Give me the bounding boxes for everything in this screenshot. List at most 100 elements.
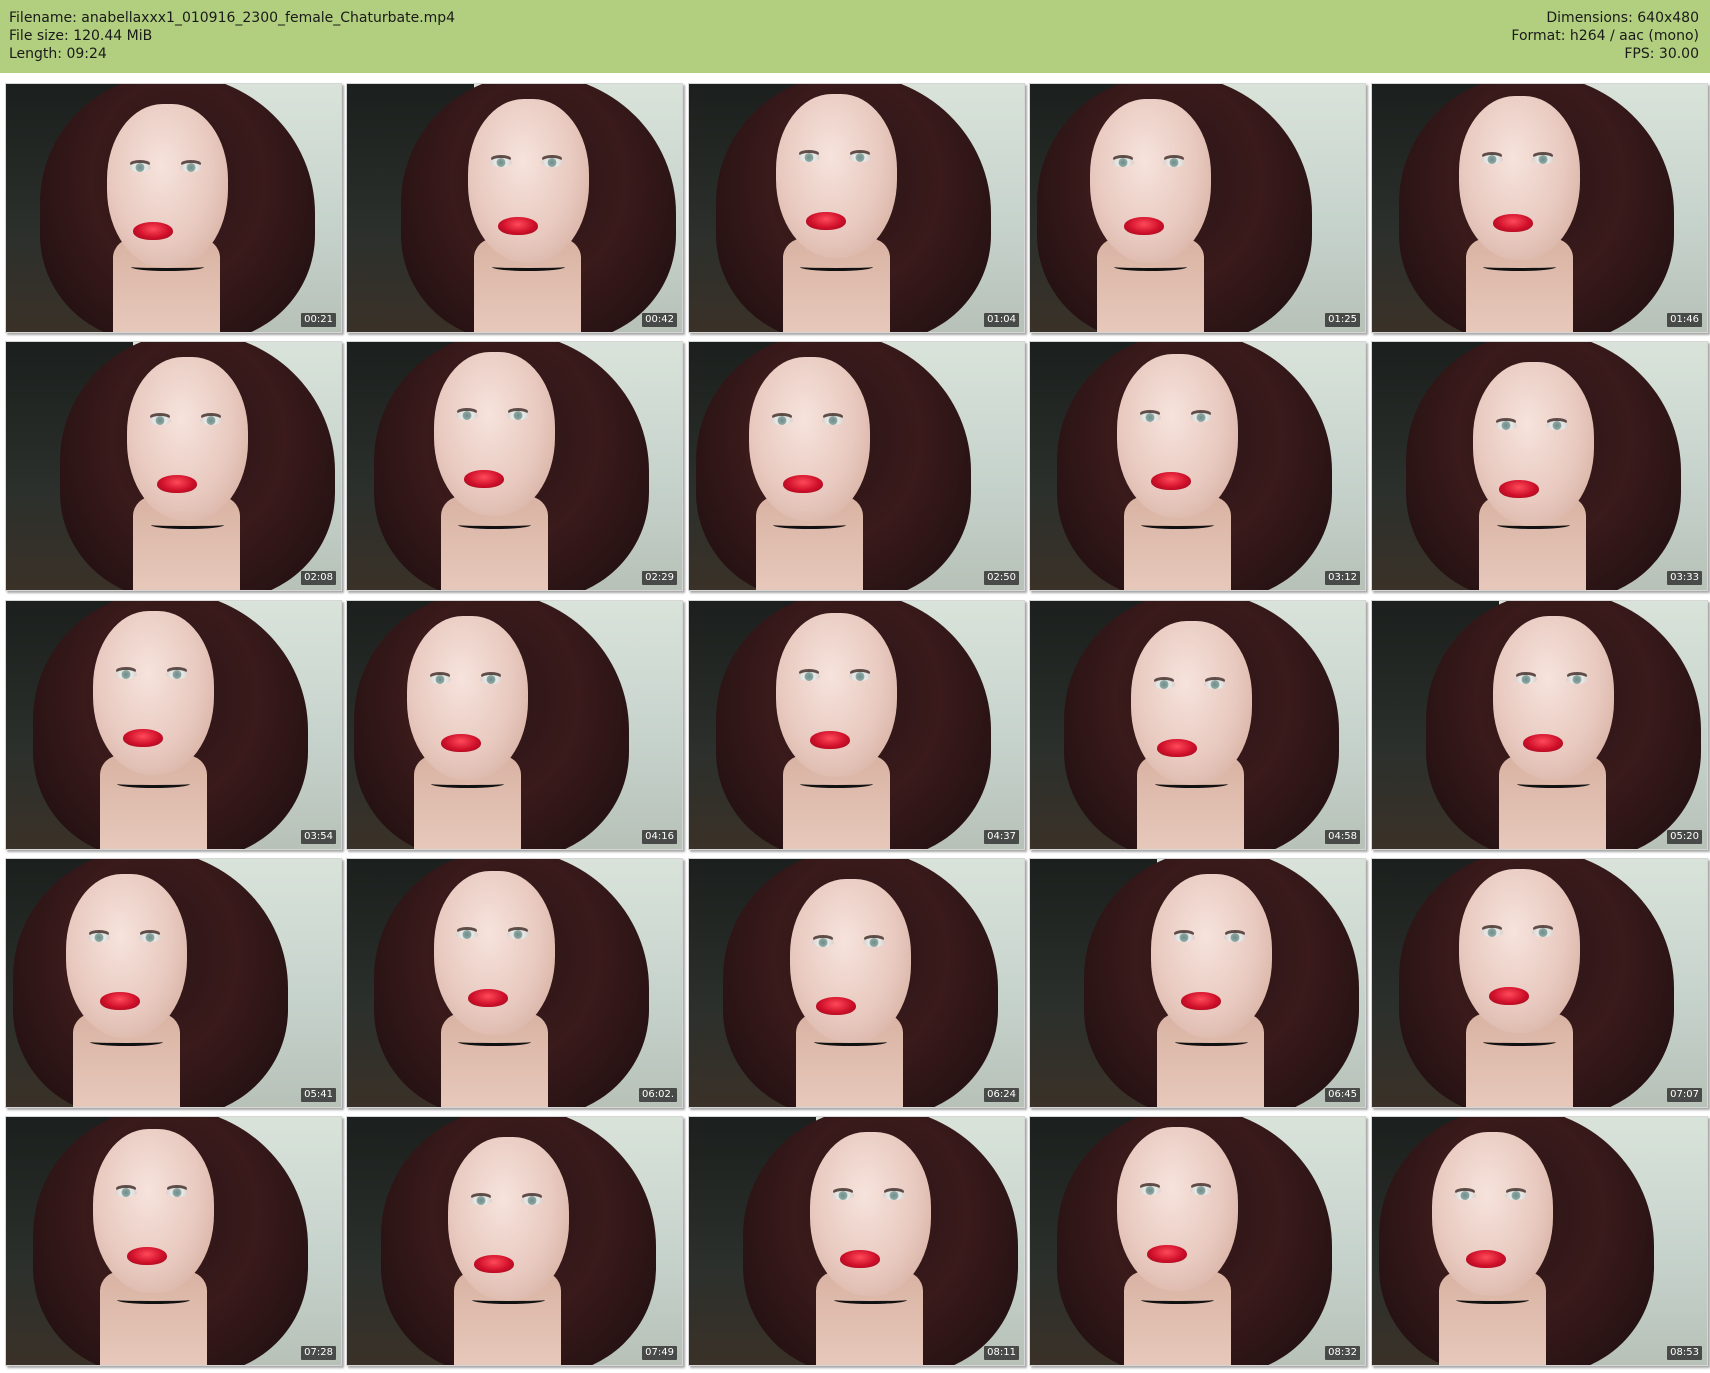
face-shape: [810, 1132, 931, 1296]
face-shape: [1117, 354, 1238, 518]
video-frame: [347, 859, 682, 1107]
fps-text: FPS: 30.00: [1624, 46, 1699, 62]
lips-shape: [1151, 472, 1191, 490]
eye-shape: [429, 675, 451, 684]
face-shape: [1151, 874, 1272, 1038]
choker-shape: [834, 1296, 907, 1304]
face-shape: [1493, 616, 1614, 780]
video-frame: [1372, 601, 1707, 849]
eye-shape: [798, 672, 820, 681]
eye-shape: [1454, 1191, 1476, 1200]
eye-shape: [1532, 155, 1554, 164]
eye-shape: [863, 938, 885, 947]
lips-shape: [810, 731, 850, 749]
timestamp-label: 02:50: [984, 571, 1019, 585]
video-frame: [1030, 342, 1365, 590]
eye-shape: [166, 1188, 188, 1197]
video-frame: [1372, 1117, 1707, 1365]
face-shape: [776, 613, 897, 777]
eye-shape: [1190, 413, 1212, 422]
eye-shape: [1204, 680, 1226, 689]
video-thumbnail: 07:28: [5, 1116, 342, 1366]
video-frame: [6, 601, 341, 849]
choker-shape: [1483, 263, 1556, 271]
timestamp-label: 06:24: [984, 1088, 1019, 1102]
timestamp-label: 01:46: [1667, 313, 1702, 327]
lips-shape: [816, 997, 856, 1015]
lips-shape: [840, 1250, 880, 1268]
eye-shape: [456, 411, 478, 420]
eye-shape: [166, 670, 188, 679]
choker-shape: [800, 263, 873, 271]
video-frame: [1030, 601, 1365, 849]
eye-shape: [1505, 1191, 1527, 1200]
info-header: Filename: anabellaxxx1_010916_2300_femal…: [0, 0, 1710, 73]
video-thumbnail: 03:54: [5, 600, 342, 850]
timestamp-label: 01:04: [984, 313, 1019, 327]
lips-shape: [468, 989, 508, 1007]
choker-shape: [117, 780, 190, 788]
eye-shape: [541, 158, 563, 167]
video-thumbnail: 05:41: [5, 858, 342, 1108]
timestamp-label: 06:45: [1325, 1088, 1360, 1102]
video-frame: [347, 1117, 682, 1365]
eye-shape: [1224, 933, 1246, 942]
lips-shape: [157, 475, 197, 493]
lips-shape: [1493, 214, 1533, 232]
face-shape: [1131, 621, 1252, 785]
video-frame: [6, 859, 341, 1107]
timestamp-label: 05:41: [301, 1088, 336, 1102]
header-right-column: Dimensions: 640x480 Format: h264 / aac (…: [1511, 9, 1699, 63]
lips-shape: [123, 729, 163, 747]
video-frame: [347, 342, 682, 590]
lips-shape: [441, 734, 481, 752]
eye-shape: [200, 416, 222, 425]
video-thumbnail: 04:16: [346, 600, 683, 850]
format-text: Format: h264 / aac (mono): [1511, 28, 1699, 44]
video-thumbnail: 01:04: [688, 83, 1025, 333]
choker-shape: [492, 263, 565, 271]
face-shape: [749, 357, 870, 521]
lips-shape: [1523, 734, 1563, 752]
eye-shape: [1139, 413, 1161, 422]
timestamp-label: 03:54: [301, 830, 336, 844]
video-frame: [6, 84, 341, 332]
video-thumbnail: 06:02.: [346, 858, 683, 1108]
choker-shape: [431, 780, 504, 788]
choker-shape: [1175, 1038, 1248, 1046]
lips-shape: [1466, 1250, 1506, 1268]
eye-shape: [1495, 421, 1517, 430]
face-shape: [434, 871, 555, 1035]
choker-shape: [131, 263, 204, 271]
timestamp-label: 08:53: [1667, 1346, 1702, 1360]
timestamp-label: 04:58: [1325, 830, 1360, 844]
timestamp-label: 01:25: [1325, 313, 1360, 327]
eye-shape: [456, 930, 478, 939]
lips-shape: [498, 217, 538, 235]
eye-shape: [1532, 928, 1554, 937]
eye-shape: [149, 416, 171, 425]
choker-shape: [1114, 263, 1187, 271]
video-frame: [1030, 1117, 1365, 1365]
lips-shape: [1124, 217, 1164, 235]
face-shape: [1459, 869, 1580, 1033]
video-thumbnail: 01:46: [1371, 83, 1708, 333]
eye-shape: [507, 411, 529, 420]
lips-shape: [464, 470, 504, 488]
video-frame: [347, 84, 682, 332]
video-frame: [1372, 84, 1707, 332]
face-shape: [407, 616, 528, 780]
eye-shape: [1481, 155, 1503, 164]
eye-shape: [129, 163, 151, 172]
eye-shape: [490, 158, 512, 167]
face-shape: [1117, 1127, 1238, 1291]
choker-shape: [151, 521, 224, 529]
video-frame: [1030, 84, 1365, 332]
video-frame: [1372, 859, 1707, 1107]
eye-shape: [1190, 1186, 1212, 1195]
eye-shape: [480, 675, 502, 684]
face-shape: [93, 611, 214, 775]
face-shape: [1473, 362, 1594, 526]
choker-shape: [1497, 521, 1570, 529]
eye-shape: [832, 1191, 854, 1200]
